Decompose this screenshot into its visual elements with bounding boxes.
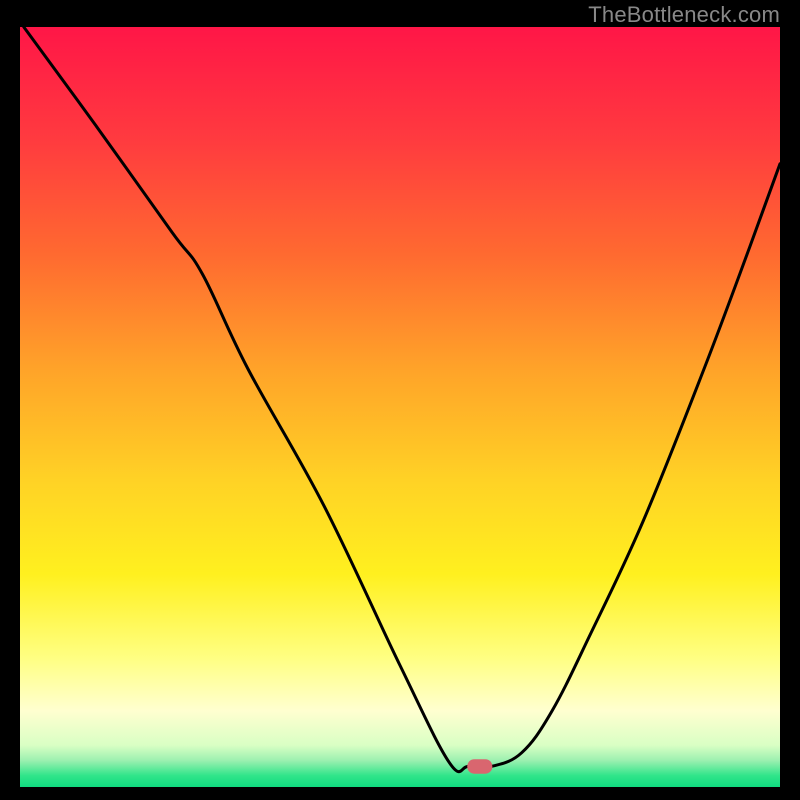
optimal-marker (467, 759, 492, 773)
plot-area (20, 27, 780, 787)
chart-frame: TheBottleneck.com (0, 0, 800, 800)
gradient-background (20, 27, 780, 787)
watermark-label: TheBottleneck.com (588, 2, 780, 28)
chart-svg (20, 27, 780, 787)
